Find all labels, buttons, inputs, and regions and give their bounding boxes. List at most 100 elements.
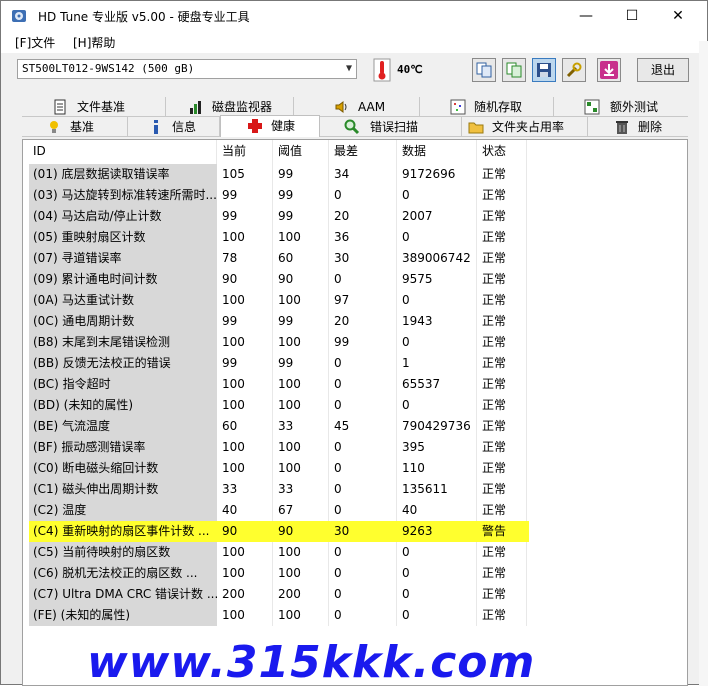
cell-worst: 36: [334, 230, 350, 244]
cell-threshold: 99: [278, 314, 294, 328]
column-header-data[interactable]: 数据: [402, 140, 426, 162]
menu-file[interactable]: [F]文件: [15, 34, 55, 51]
cell-current: 100: [222, 377, 245, 391]
cell-threshold: 99: [278, 167, 294, 181]
copy-data-button[interactable]: [502, 58, 526, 82]
tab-error-scan[interactable]: 错误扫描: [320, 117, 462, 137]
random-access-icon: [450, 99, 466, 115]
attribute-name-cell: (C4) 重新映射的扇区事件计数 ...: [29, 521, 217, 542]
table-row[interactable]: (C7) Ultra DMA CRC 错误计数 ... 200 200 0 0 正常: [29, 584, 529, 605]
table-row[interactable]: (05) 重映射扇区计数 100 100 36 0 正常: [29, 227, 529, 248]
cell-current: 200: [222, 587, 245, 601]
tab-aam[interactable]: AAM: [294, 97, 420, 117]
cell-current: 99: [222, 188, 238, 202]
tab-health[interactable]: 健康: [220, 115, 320, 137]
cell-threshold: 99: [278, 356, 294, 370]
table-row[interactable]: (01) 底层数据读取错误率 105 99 34 9172696 正常: [29, 164, 529, 185]
cell-worst: 0: [334, 356, 342, 370]
minimize-button[interactable]: —: [563, 1, 609, 31]
attribute-name-cell: (C6) 脱机无法校正的扇区数 ...: [29, 563, 217, 584]
menu-help[interactable]: [H]帮助: [73, 34, 115, 51]
tab-folder-usage[interactable]: 文件夹占用率: [462, 117, 588, 137]
cell-current: 100: [222, 293, 245, 307]
attribute-name-cell: (04) 马达启动/停止计数: [29, 206, 217, 227]
close-button[interactable]: ✕: [655, 1, 701, 31]
floppy-icon: [537, 63, 551, 77]
attribute-name-cell: (03) 马达旋转到标准转速所需时...: [29, 185, 217, 206]
maximize-button[interactable]: ☐: [609, 1, 655, 31]
cell-threshold: 33: [278, 482, 294, 496]
exit-button[interactable]: 退出: [637, 58, 689, 82]
cell-threshold: 100: [278, 461, 301, 475]
attribute-name-cell: (09) 累计通电时间计数: [29, 269, 217, 290]
cell-current: 100: [222, 335, 245, 349]
column-header-threshold[interactable]: 阈值: [278, 140, 302, 162]
cell-current: 99: [222, 314, 238, 328]
cell-status: 正常: [482, 377, 507, 391]
cell-current: 100: [222, 608, 245, 622]
cell-worst: 20: [334, 209, 350, 223]
cell-data: 2007: [402, 209, 433, 223]
table-row[interactable]: (09) 累计通电时间计数 90 90 0 9575 正常: [29, 269, 529, 290]
close-icon: ✕: [672, 8, 684, 24]
cell-data: 0: [402, 398, 410, 412]
cell-worst: 0: [334, 377, 342, 391]
table-row[interactable]: (FE) (未知的属性) 100 100 0 0 正常: [29, 605, 529, 626]
column-header-status[interactable]: 状态: [482, 140, 506, 162]
tab-extra-tests[interactable]: 额外测试: [554, 97, 688, 117]
table-row[interactable]: (0A) 马达重试计数 100 100 97 0 正常: [29, 290, 529, 311]
cell-threshold: 100: [278, 566, 301, 580]
tab-file-benchmark[interactable]: 文件基准: [22, 97, 166, 117]
cell-data: 0: [402, 566, 410, 580]
table-row[interactable]: (BF) 振动感测错误率 100 100 0 395 正常: [29, 437, 529, 458]
cell-status: 正常: [482, 545, 507, 559]
cell-data: 790429736: [402, 419, 471, 433]
download-button[interactable]: [597, 58, 621, 82]
cell-status: 正常: [482, 419, 507, 433]
column-header-worst[interactable]: 最差: [334, 140, 358, 162]
column-header-id[interactable]: ID: [33, 140, 46, 162]
table-row[interactable]: (C0) 断电磁头缩回计数 100 100 0 110 正常: [29, 458, 529, 479]
cell-threshold: 60: [278, 251, 294, 265]
app-icon: [12, 10, 26, 22]
table-row[interactable]: (BD) (未知的属性) 100 100 0 0 正常: [29, 395, 529, 416]
table-row-warning[interactable]: (C4) 重新映射的扇区事件计数 ... 90 90 30 9263 警告: [29, 521, 529, 542]
window-edge: [699, 41, 708, 686]
tab-random-access[interactable]: 随机存取: [420, 97, 554, 117]
cell-threshold: 100: [278, 335, 301, 349]
table-row[interactable]: (04) 马达启动/停止计数 99 99 20 2007 正常: [29, 206, 529, 227]
table-row[interactable]: (C6) 脱机无法校正的扇区数 ... 100 100 0 0 正常: [29, 563, 529, 584]
tab-info[interactable]: 信息: [128, 117, 220, 137]
table-row[interactable]: (C5) 当前待映射的扇区数 100 100 0 0 正常: [29, 542, 529, 563]
table-row[interactable]: (C1) 磁头伸出周期计数 33 33 0 135611 正常: [29, 479, 529, 500]
table-row[interactable]: (03) 马达旋转到标准转速所需时... 99 99 0 0 正常: [29, 185, 529, 206]
cell-worst: 34: [334, 167, 350, 181]
table-row[interactable]: (BB) 反馈无法校正的错误 99 99 0 1 正常: [29, 353, 529, 374]
cell-threshold: 100: [278, 293, 301, 307]
cell-worst: 0: [334, 398, 342, 412]
table-row[interactable]: (BC) 指令超时 100 100 0 65537 正常: [29, 374, 529, 395]
cell-worst: 97: [334, 293, 350, 307]
drive-select[interactable]: ST500LT012-9WS142 (500 gB) ▼: [17, 59, 357, 79]
attribute-name-cell: (BC) 指令超时: [29, 374, 217, 395]
copy-info-button[interactable]: [472, 58, 496, 82]
save-button[interactable]: [532, 58, 556, 82]
cell-status: 警告: [482, 524, 507, 538]
tab-erase[interactable]: 删除: [588, 117, 688, 137]
tab-benchmark[interactable]: 基准: [22, 117, 128, 137]
column-header-current[interactable]: 当前: [222, 140, 246, 162]
cell-worst: 0: [334, 608, 342, 622]
attribute-name-cell: (C0) 断电磁头缩回计数: [29, 458, 217, 479]
table-row[interactable]: (BE) 气流温度 60 33 45 790429736 正常: [29, 416, 529, 437]
table-row[interactable]: (07) 寻道错误率 78 60 30 389006742 正常: [29, 248, 529, 269]
cell-data: 40: [402, 503, 418, 517]
table-row[interactable]: (0C) 通电周期计数 99 99 20 1943 正常: [29, 311, 529, 332]
tab-disk-monitor[interactable]: 磁盘监视器: [166, 97, 294, 117]
menu-bar: [F]文件 [H]帮助: [1, 31, 707, 53]
options-button[interactable]: [562, 58, 586, 82]
table-row[interactable]: (C2) 温度 40 67 0 40 正常: [29, 500, 529, 521]
attribute-name-cell: (FE) (未知的属性): [29, 605, 217, 626]
attribute-name-cell: (C7) Ultra DMA CRC 错误计数 ...: [29, 584, 217, 605]
table-row[interactable]: (B8) 末尾到末尾错误检测 100 100 99 0 正常: [29, 332, 529, 353]
cell-data: 1943: [402, 314, 433, 328]
